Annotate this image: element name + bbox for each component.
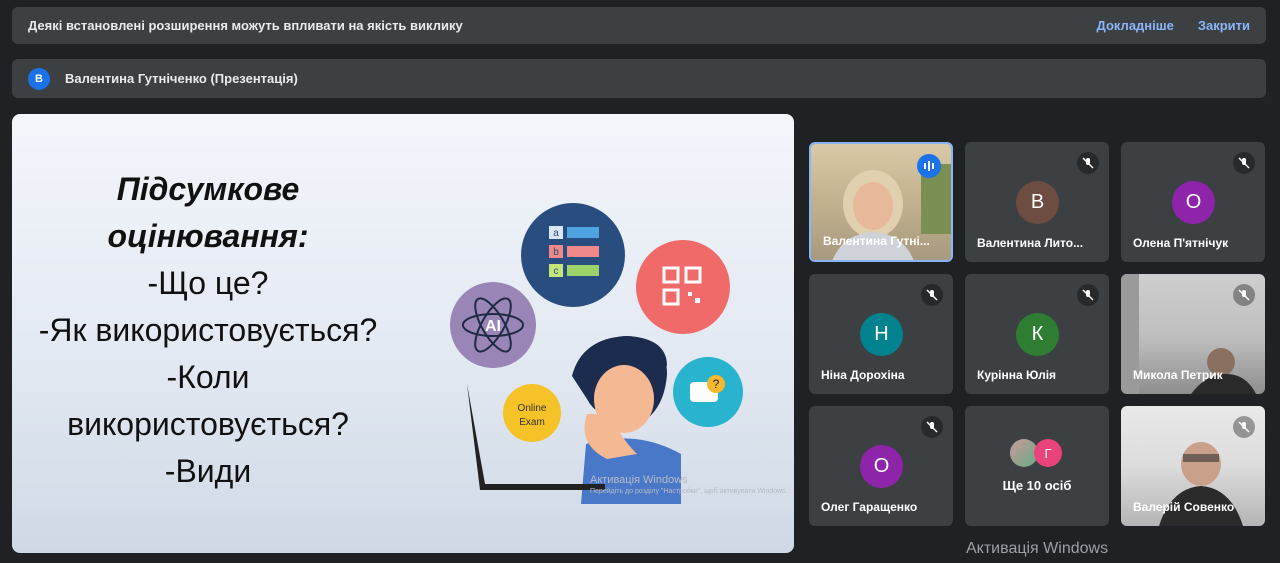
- slide-activation-title: Активація Windows: [590, 474, 688, 486]
- participant-name: Валерій Совенко: [1133, 500, 1235, 514]
- quiz-icon: a b c: [521, 203, 625, 307]
- svg-text:?: ?: [713, 377, 720, 391]
- ai-label: AI: [485, 318, 501, 335]
- participant-tile-nina-dorokhina[interactable]: Н Ніна Дорохіна: [809, 274, 953, 394]
- participant-tile-valentyna-lyto[interactable]: В Валентина Лито...: [965, 142, 1109, 262]
- presentation-slide: Підсумкове оцінювання: -Що це? -Як викор…: [12, 114, 794, 553]
- participant-tile-valerii-sovenko[interactable]: Валерій Совенко: [1121, 406, 1265, 526]
- participant-name: Ніна Дорохіна: [821, 368, 905, 382]
- qr-code-icon: [636, 240, 730, 334]
- mic-off-icon: [1077, 152, 1099, 174]
- learn-more-link[interactable]: Докладніше: [1097, 18, 1174, 33]
- participant-tile-olena-pyatnichuk[interactable]: О Олена П'ятнічук: [1121, 142, 1265, 262]
- participant-avatar: О: [860, 445, 903, 488]
- participant-tile-mykola-petryk[interactable]: Микола Петрик: [1121, 274, 1265, 394]
- quiz-c-label: c: [554, 266, 559, 277]
- mic-off-icon: [1077, 284, 1099, 306]
- participant-avatar: К: [1016, 313, 1059, 356]
- extensions-warning-banner: Деякі встановлені розширення можуть впли…: [12, 7, 1266, 44]
- participant-name: Микола Петрик: [1133, 368, 1223, 382]
- presenter-bar: В Валентина Гутніченко (Презентація): [12, 59, 1266, 98]
- mic-off-icon: [1233, 152, 1255, 174]
- participant-name: Валентина Гутні...: [823, 234, 930, 248]
- participant-avatar: В: [1016, 181, 1059, 224]
- presenter-avatar: В: [28, 67, 50, 90]
- audio-bars: [924, 161, 934, 171]
- participant-tile-oleh-garashchenko[interactable]: О Олег Гаращенко: [809, 406, 953, 526]
- mic-off-icon: [921, 284, 943, 306]
- mic-off-icon: [1233, 284, 1255, 306]
- more-participants-avatars: Г: [1010, 439, 1062, 467]
- participant-tile-valentyna-gutnichenko[interactable]: Валентина Гутні...: [809, 142, 953, 262]
- more-participants-label: Ще 10 осіб: [1002, 478, 1072, 493]
- quiz-b-label: b: [553, 247, 559, 258]
- mic-off-icon: [921, 416, 943, 438]
- participant-avatar: О: [1172, 181, 1215, 224]
- close-banner-button[interactable]: Закрити: [1198, 18, 1250, 33]
- windows-activation-watermark: Активація Windows: [966, 540, 1109, 557]
- quiz-a-label: a: [553, 228, 559, 239]
- online-exam-icon: Online Exam: [503, 384, 561, 442]
- participant-avatar: Г: [1034, 439, 1062, 467]
- online-exam-line1: Online: [518, 403, 547, 414]
- participant-name: Олег Гаращенко: [821, 500, 918, 514]
- participant-name: Курінна Юлія: [977, 368, 1057, 382]
- slide-activation-subtitle: Перейдіть до розділу "Настройки", щоб ак…: [590, 488, 788, 495]
- participant-name: Олена П'ятнічук: [1133, 236, 1229, 250]
- more-participants-tile[interactable]: Г Ще 10 осіб: [965, 406, 1109, 526]
- participant-name: Валентина Лито...: [977, 236, 1084, 250]
- speaking-indicator-icon: [917, 154, 941, 178]
- slide-activation-watermark: Активація Windows Перейдіть до розділу "…: [590, 474, 788, 498]
- presenter-name: Валентина Гутніченко (Презентація): [65, 71, 298, 86]
- participant-tile-kurinna-yuliya[interactable]: К Курінна Юлія: [965, 274, 1109, 394]
- participant-avatar: Н: [860, 313, 903, 356]
- mic-off-icon: [1233, 416, 1255, 438]
- ai-icon: AI: [450, 282, 536, 368]
- chat-question-icon: ?: [673, 357, 743, 427]
- banner-message: Деякі встановлені розширення можуть впли…: [28, 18, 463, 33]
- online-exam-line2: Exam: [519, 417, 545, 428]
